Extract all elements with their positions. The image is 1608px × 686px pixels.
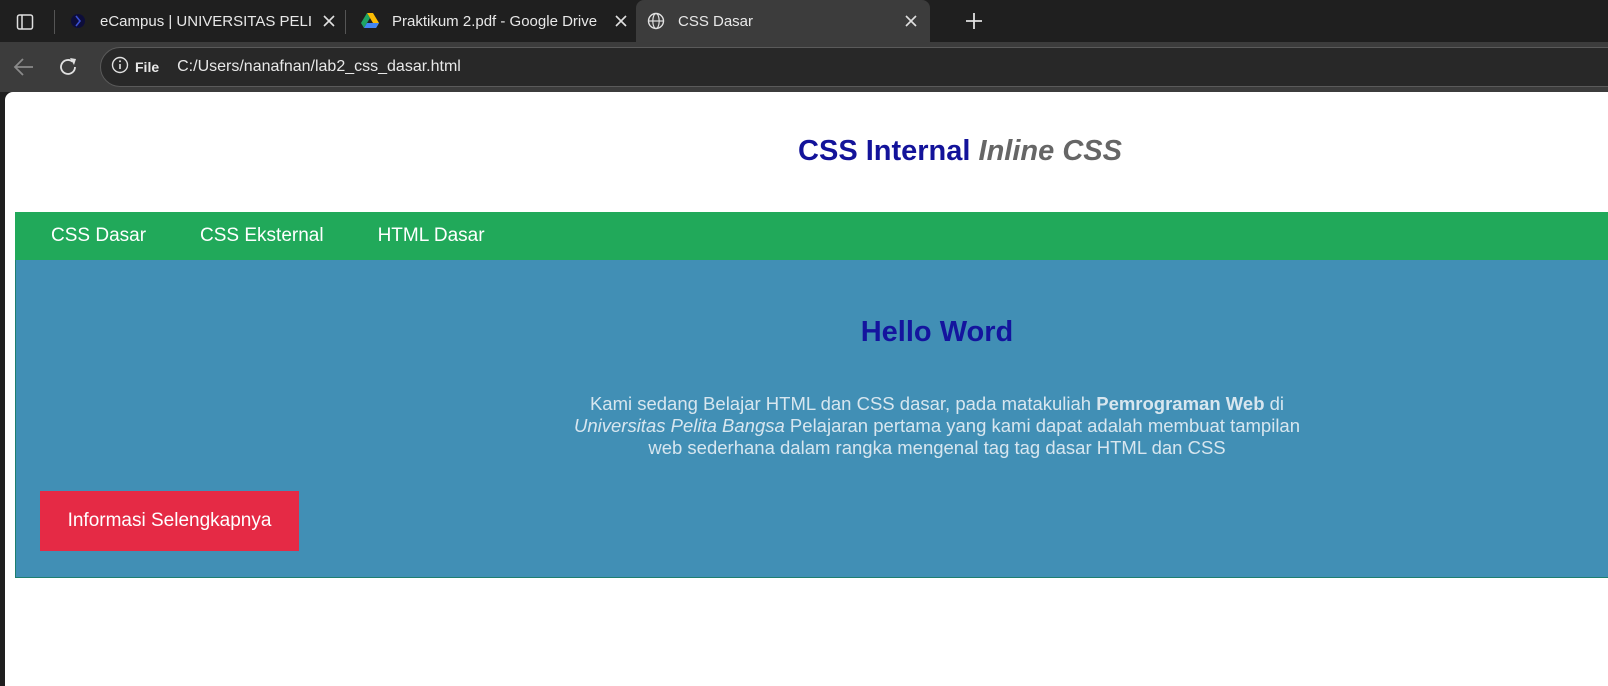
tab-separator	[345, 10, 346, 34]
hero-paragraph: Kami sedang Belajar HTML dan CSS dasar, …	[556, 393, 1318, 459]
tab-css-dasar[interactable]: CSS Dasar	[636, 0, 930, 42]
nav-bar: CSS Dasar CSS Eksternal HTML Dasar	[15, 212, 1608, 260]
hero-text-bold: Pemrograman Web	[1096, 393, 1265, 414]
tab-separator	[54, 10, 55, 34]
google-drive-icon	[360, 11, 380, 31]
tab-strip: eCampus | UNIVERSITAS PELITA B Praktikum…	[0, 0, 1608, 42]
reload-icon[interactable]	[54, 53, 82, 81]
back-arrow-icon[interactable]	[10, 53, 38, 81]
nav-link-css-dasar[interactable]: CSS Dasar	[51, 225, 146, 247]
hero-heading: Hello Word	[860, 316, 1014, 348]
browser-toolbar: File C:/Users/nanafnan/lab2_css_dasar.ht…	[0, 42, 1608, 92]
site-info-chip[interactable]: File	[111, 56, 159, 79]
campus-logo-icon	[68, 11, 88, 31]
page-viewport: CSS Internal Inline CSS CSS Dasar CSS Ek…	[5, 92, 1608, 686]
info-more-button[interactable]: Informasi Selengkapnya	[40, 491, 299, 551]
tab-ecampus[interactable]: eCampus | UNIVERSITAS PELITA B	[58, 0, 340, 42]
page-title: CSS Internal Inline CSS	[5, 135, 1608, 168]
nav-link-css-eksternal[interactable]: CSS Eksternal	[200, 225, 324, 247]
close-icon[interactable]	[610, 10, 632, 32]
close-icon[interactable]	[318, 10, 340, 32]
site-info-label: File	[135, 59, 160, 75]
globe-icon	[646, 11, 666, 31]
info-icon	[111, 56, 129, 79]
hero-text-part: di	[1264, 393, 1285, 414]
nav-link-html-dasar[interactable]: HTML Dasar	[378, 225, 485, 247]
tab-actions-icon[interactable]	[12, 9, 38, 35]
tab-google-drive[interactable]: Praktikum 2.pdf - Google Drive	[350, 0, 632, 42]
hero-text-italic: Universitas Pelita Bangsa	[573, 415, 785, 436]
close-icon[interactable]	[900, 10, 922, 32]
tab-title: Praktikum 2.pdf - Google Drive	[392, 12, 598, 30]
page-title-emphasis: Inline CSS	[978, 135, 1122, 167]
tab-title: eCampus | UNIVERSITAS PELITA B	[100, 12, 312, 30]
page-header: CSS Internal Inline CSS	[5, 92, 1608, 212]
address-bar[interactable]: File C:/Users/nanafnan/lab2_css_dasar.ht…	[100, 47, 1608, 87]
hero-section: Hello Word Kami sedang Belajar HTML dan …	[15, 260, 1608, 578]
page-title-main: CSS Internal	[798, 135, 971, 167]
new-tab-icon[interactable]	[960, 7, 988, 35]
url-text[interactable]: C:/Users/nanafnan/lab2_css_dasar.html	[177, 58, 461, 76]
hero-text-part: Kami sedang Belajar HTML dan CSS dasar, …	[589, 393, 1097, 414]
tab-title: CSS Dasar	[678, 12, 754, 30]
